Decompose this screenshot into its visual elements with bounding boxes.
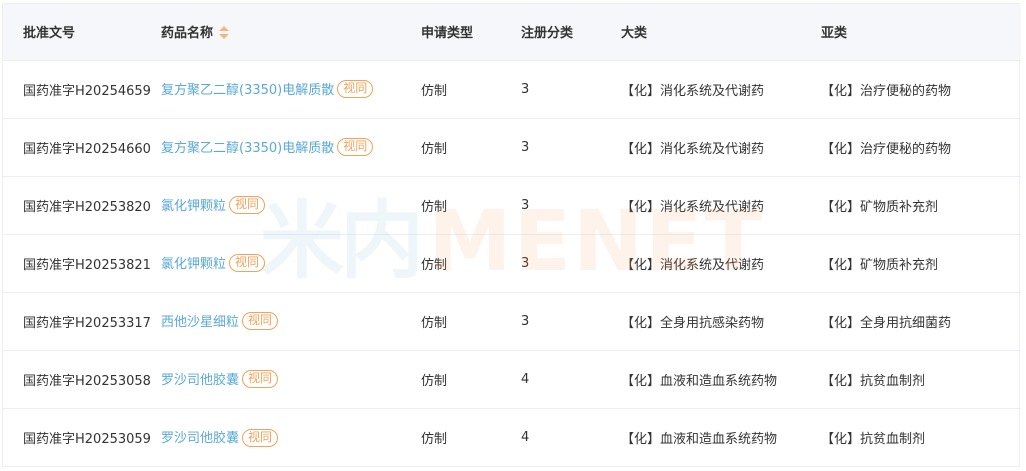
- column-header-category: 大类: [621, 4, 821, 61]
- equivalence-badge[interactable]: 视同: [242, 312, 279, 331]
- cell-drug-name: 氯化钾颗粒 视同: [161, 234, 421, 292]
- drug-approval-table: 批准文号 药品名称 申请类型 注册分类 大类 亚类 国药准字H20254659 复…: [3, 4, 1021, 466]
- equivalence-badge[interactable]: 视同: [242, 428, 279, 447]
- column-header-approval-no: 批准文号: [3, 4, 161, 61]
- equivalence-badge[interactable]: 视同: [337, 80, 374, 99]
- drug-name-link[interactable]: 复方聚乙二醇(3350)电解质散: [161, 141, 334, 156]
- cell-application-type: 仿制: [421, 83, 448, 99]
- column-header-application-type: 申请类型: [421, 4, 521, 61]
- cell-application-type: 仿制: [421, 141, 448, 157]
- drug-name-link[interactable]: 罗沙司他胶囊: [161, 431, 239, 446]
- cell-application-type: 仿制: [421, 257, 448, 273]
- drug-approval-table-container: 批准文号 药品名称 申请类型 注册分类 大类 亚类 国药准字H20254659 复…: [2, 3, 1021, 467]
- cell-drug-name: 罗沙司他胶囊 视同: [161, 350, 421, 408]
- cell-approval-no: 国药准字H20253317: [23, 315, 151, 331]
- column-header-registration-class: 注册分类: [521, 4, 621, 61]
- cell-category: 【化】消化系统及代谢药: [621, 141, 765, 157]
- cell-registration-class: 3: [521, 139, 530, 155]
- cell-registration-class: 3: [521, 81, 530, 97]
- cell-subcategory: 【化】矿物质补充剂: [821, 199, 939, 215]
- drug-name-link[interactable]: 复方聚乙二醇(3350)电解质散: [161, 83, 334, 98]
- cell-category: 【化】血液和造血系统药物: [621, 373, 778, 389]
- equivalence-badge[interactable]: 视同: [337, 138, 374, 157]
- cell-application-type: 仿制: [421, 199, 448, 215]
- cell-approval-no: 国药准字H20253059: [23, 431, 151, 447]
- cell-drug-name: 罗沙司他胶囊 视同: [161, 408, 421, 466]
- drug-name-link[interactable]: 氯化钾颗粒: [161, 257, 226, 272]
- cell-application-type: 仿制: [421, 373, 448, 389]
- cell-category: 【化】全身用抗感染药物: [621, 315, 765, 331]
- equivalence-badge[interactable]: 视同: [229, 196, 266, 215]
- cell-subcategory: 【化】抗贫血制剂: [821, 373, 926, 389]
- column-header-drug-name[interactable]: 药品名称: [161, 4, 421, 61]
- cell-category: 【化】消化系统及代谢药: [621, 257, 765, 273]
- column-header-subcategory: 亚类: [821, 4, 1021, 61]
- cell-drug-name: 复方聚乙二醇(3350)电解质散 视同: [161, 118, 421, 176]
- cell-subcategory: 【化】全身用抗细菌药: [821, 315, 952, 331]
- sort-caret-icon[interactable]: [219, 25, 230, 40]
- cell-subcategory: 【化】抗贫血制剂: [821, 431, 926, 447]
- cell-approval-no: 国药准字H20253821: [23, 257, 151, 273]
- cell-registration-class: 4: [521, 371, 530, 387]
- cell-drug-name: 复方聚乙二醇(3350)电解质散 视同: [161, 60, 421, 118]
- drug-name-link[interactable]: 氯化钾颗粒: [161, 199, 226, 214]
- cell-registration-class: 3: [521, 313, 530, 329]
- cell-registration-class: 4: [521, 429, 530, 445]
- cell-drug-name: 氯化钾颗粒 视同: [161, 176, 421, 234]
- table-row: 国药准字H20253821 氯化钾颗粒 视同 仿制 3 【化】消化系统及代谢药 【化】矿物质…: [3, 234, 1021, 292]
- equivalence-badge[interactable]: 视同: [242, 370, 279, 389]
- cell-subcategory: 【化】治疗便秘的药物: [821, 83, 952, 99]
- table-row: 国药准字H20253058 罗沙司他胶囊 视同 仿制 4 【化】血液和造血系统药物 【化】抗…: [3, 350, 1021, 408]
- cell-drug-name: 西他沙星细粒 视同: [161, 292, 421, 350]
- cell-approval-no: 国药准字H20253058: [23, 373, 151, 389]
- cell-approval-no: 国药准字H20254660: [23, 141, 151, 157]
- cell-category: 【化】血液和造血系统药物: [621, 431, 778, 447]
- cell-subcategory: 【化】矿物质补充剂: [821, 257, 939, 273]
- cell-approval-no: 国药准字H20253820: [23, 199, 151, 215]
- cell-application-type: 仿制: [421, 315, 448, 331]
- cell-approval-no: 国药准字H20254659: [23, 83, 151, 99]
- drug-name-link[interactable]: 罗沙司他胶囊: [161, 373, 239, 388]
- cell-subcategory: 【化】治疗便秘的药物: [821, 141, 952, 157]
- table-row: 国药准字H20254659 复方聚乙二醇(3350)电解质散 视同 仿制 3 【化】消化系…: [3, 60, 1021, 118]
- table-header-row: 批准文号 药品名称 申请类型 注册分类 大类 亚类: [3, 4, 1021, 61]
- table-row: 国药准字H20253820 氯化钾颗粒 视同 仿制 3 【化】消化系统及代谢药 【化】矿物质…: [3, 176, 1021, 234]
- table-row: 国药准字H20253059 罗沙司他胶囊 视同 仿制 4 【化】血液和造血系统药物 【化】抗…: [3, 408, 1021, 466]
- drug-name-link[interactable]: 西他沙星细粒: [161, 315, 239, 330]
- equivalence-badge[interactable]: 视同: [229, 254, 266, 273]
- table-row: 国药准字H20254660 复方聚乙二醇(3350)电解质散 视同 仿制 3 【化】消化系…: [3, 118, 1021, 176]
- cell-category: 【化】消化系统及代谢药: [621, 83, 765, 99]
- table-row: 国药准字H20253317 西他沙星细粒 视同 仿制 3 【化】全身用抗感染药物 【化】全身…: [3, 292, 1021, 350]
- cell-application-type: 仿制: [421, 431, 448, 447]
- cell-registration-class: 3: [521, 255, 530, 271]
- cell-category: 【化】消化系统及代谢药: [621, 199, 765, 215]
- cell-registration-class: 3: [521, 197, 530, 213]
